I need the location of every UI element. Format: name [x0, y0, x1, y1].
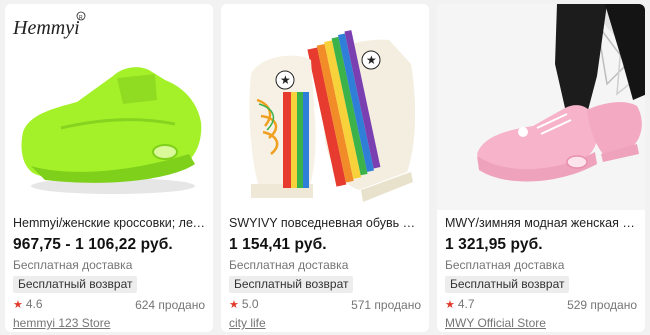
sold-count: 571 продано — [351, 297, 421, 312]
shipping-info: Бесплатная доставка — [445, 258, 565, 272]
product-info: Hemmyi/женские кроссовки; лет… 967,75 - … — [13, 216, 205, 331]
rating: ★ 5.0 — [229, 297, 259, 313]
product-price: 1 321,95 руб. — [445, 236, 543, 253]
free-return-badge: Бесплатный возврат — [445, 276, 570, 293]
product-card[interactable]: Hemmyi R Hemmyi/женские кроссовки; лет… … — [5, 4, 213, 332]
product-card[interactable]: ★ ★ SWYIVY повседневная обувь с ра… 1 15… — [221, 4, 429, 332]
svg-text:★: ★ — [366, 53, 377, 67]
product-info: SWYIVY повседневная обувь с ра… 1 154,41… — [229, 216, 421, 331]
rating: ★ 4.7 — [445, 297, 475, 313]
product-price: 967,75 - 1 106,22 руб. — [13, 236, 173, 253]
product-image[interactable]: ★ ★ — [221, 4, 429, 210]
svg-text:R: R — [79, 15, 83, 21]
product-info: MWY/зимняя модная женская по… 1 321,95 р… — [445, 216, 637, 331]
product-image[interactable] — [437, 4, 645, 210]
product-image[interactable]: Hemmyi R — [5, 4, 213, 210]
store-link[interactable]: MWY Official Store — [445, 316, 637, 331]
product-grid: Hemmyi R Hemmyi/женские кроссовки; лет… … — [5, 4, 645, 332]
sold-count: 624 продано — [135, 297, 205, 312]
shipping-info: Бесплатная доставка — [229, 258, 349, 272]
rating-row: ★ 4.6 624 продано — [13, 297, 205, 313]
svg-text:★: ★ — [280, 73, 291, 87]
store-link[interactable]: hemmyi 123 Store — [13, 316, 205, 331]
rating-value: 4.7 — [457, 297, 475, 311]
product-title[interactable]: Hemmyi/женские кроссовки; лет… — [13, 216, 205, 231]
product-price: 1 154,41 руб. — [229, 236, 327, 253]
star-icon: ★ — [229, 299, 239, 311]
free-return-badge: Бесплатный возврат — [229, 276, 354, 293]
star-icon: ★ — [13, 299, 23, 311]
rating-value: 4.6 — [25, 297, 43, 311]
product-title[interactable]: SWYIVY повседневная обувь с ра… — [229, 216, 421, 231]
free-return-badge: Бесплатный возврат — [13, 276, 138, 293]
product-title[interactable]: MWY/зимняя модная женская по… — [445, 216, 637, 231]
rating: ★ 4.6 — [13, 297, 43, 313]
brand-logo: Hemmyi — [12, 17, 80, 39]
product-card[interactable]: MWY/зимняя модная женская по… 1 321,95 р… — [437, 4, 645, 332]
rating-row: ★ 4.7 529 продано — [445, 297, 637, 313]
shipping-info: Бесплатная доставка — [13, 258, 133, 272]
store-link[interactable]: city life — [229, 316, 421, 331]
rating-value: 5.0 — [241, 297, 259, 311]
star-icon: ★ — [445, 299, 455, 311]
sold-count: 529 продано — [567, 297, 637, 312]
rating-row: ★ 5.0 571 продано — [229, 297, 421, 313]
